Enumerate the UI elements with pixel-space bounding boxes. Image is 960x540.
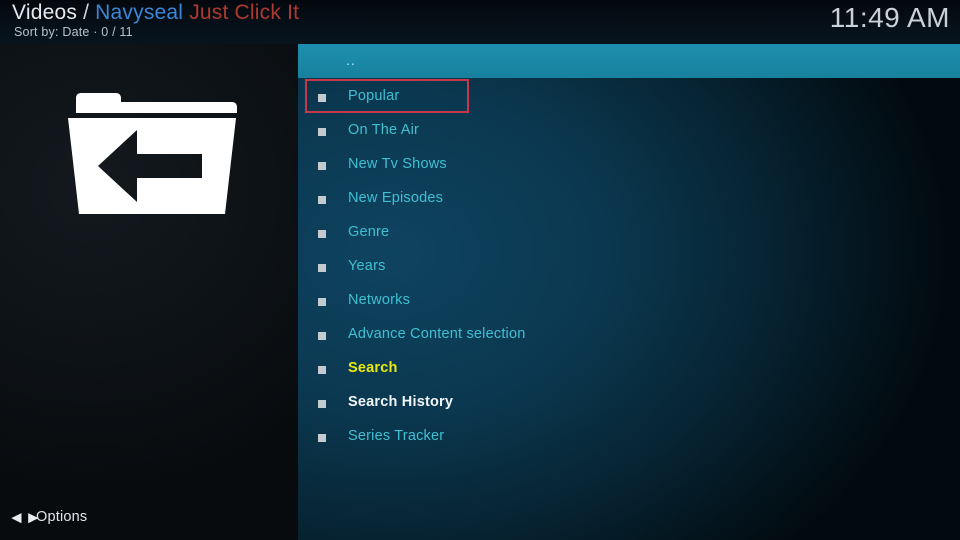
bullet-icon	[318, 434, 326, 442]
breadcrumb-root[interactable]: Videos	[12, 1, 77, 24]
bullet-icon	[318, 298, 326, 306]
bullet-icon	[318, 94, 326, 102]
bullet-icon	[318, 400, 326, 408]
list-item[interactable]: New Tv Shows	[298, 148, 960, 182]
bullet-icon	[318, 332, 326, 340]
list-item-label: Search	[348, 360, 398, 376]
list-item[interactable]: Networks	[298, 284, 960, 318]
list-item-label: Advance Content selection	[348, 326, 526, 342]
bullet-icon	[318, 366, 326, 374]
list-item[interactable]: Popular	[298, 80, 960, 114]
bullet-icon	[318, 230, 326, 238]
background-left-vignette	[0, 0, 300, 540]
list-item-label: Years	[348, 258, 386, 274]
list-item-label: Genre	[348, 224, 390, 240]
file-list-panel: .. Popular On The Air New Tv Shows New Epis…	[298, 44, 960, 540]
sort-info: Sort by: Date · 0 / 11	[14, 25, 133, 39]
list-item-label: Search History	[348, 394, 454, 410]
breadcrumb-addon-suffix[interactable]: Just Click It	[189, 1, 299, 24]
list-item-label: Series Tracker	[348, 428, 445, 444]
header-bar: Videos / Navyseal Just Click It Sort by:…	[0, 0, 960, 44]
parent-directory-label: ..	[346, 52, 356, 68]
list-item-label: New Tv Shows	[348, 156, 447, 172]
list-item[interactable]: Advance Content selection	[298, 318, 960, 352]
list-item-label: Popular	[348, 88, 400, 104]
parent-folder-icon	[62, 88, 242, 218]
left-right-arrows-icon: ◄►	[8, 508, 42, 527]
bullet-icon	[318, 128, 326, 136]
clock: 11:49 AM	[829, 2, 950, 33]
bullet-icon	[318, 162, 326, 170]
bullet-icon	[318, 196, 326, 204]
list-item-label: New Episodes	[348, 190, 444, 206]
list-item-label: Networks	[348, 292, 411, 308]
bullet-icon	[318, 264, 326, 272]
footer-bar: ◄► Options	[0, 496, 298, 540]
breadcrumb: Videos / Navyseal Just Click It	[12, 1, 299, 25]
list-item-label: On The Air	[348, 122, 420, 138]
list-item[interactable]: Search History	[298, 386, 960, 420]
list-item[interactable]: On The Air	[298, 114, 960, 148]
list-item[interactable]: Series Tracker	[298, 420, 960, 454]
list-item[interactable]: Search	[298, 352, 960, 386]
breadcrumb-separator: /	[83, 1, 90, 24]
breadcrumb-addon-name[interactable]: Navyseal	[95, 1, 183, 24]
kodi-file-browser-screen: Videos / Navyseal Just Click It Sort by:…	[0, 0, 960, 540]
list-item[interactable]: Genre	[298, 216, 960, 250]
options-button-label[interactable]: Options	[36, 509, 87, 525]
list-item[interactable]: Years	[298, 250, 960, 284]
list-item[interactable]: New Episodes	[298, 182, 960, 216]
list-item-parent-directory[interactable]: ..	[298, 44, 960, 78]
